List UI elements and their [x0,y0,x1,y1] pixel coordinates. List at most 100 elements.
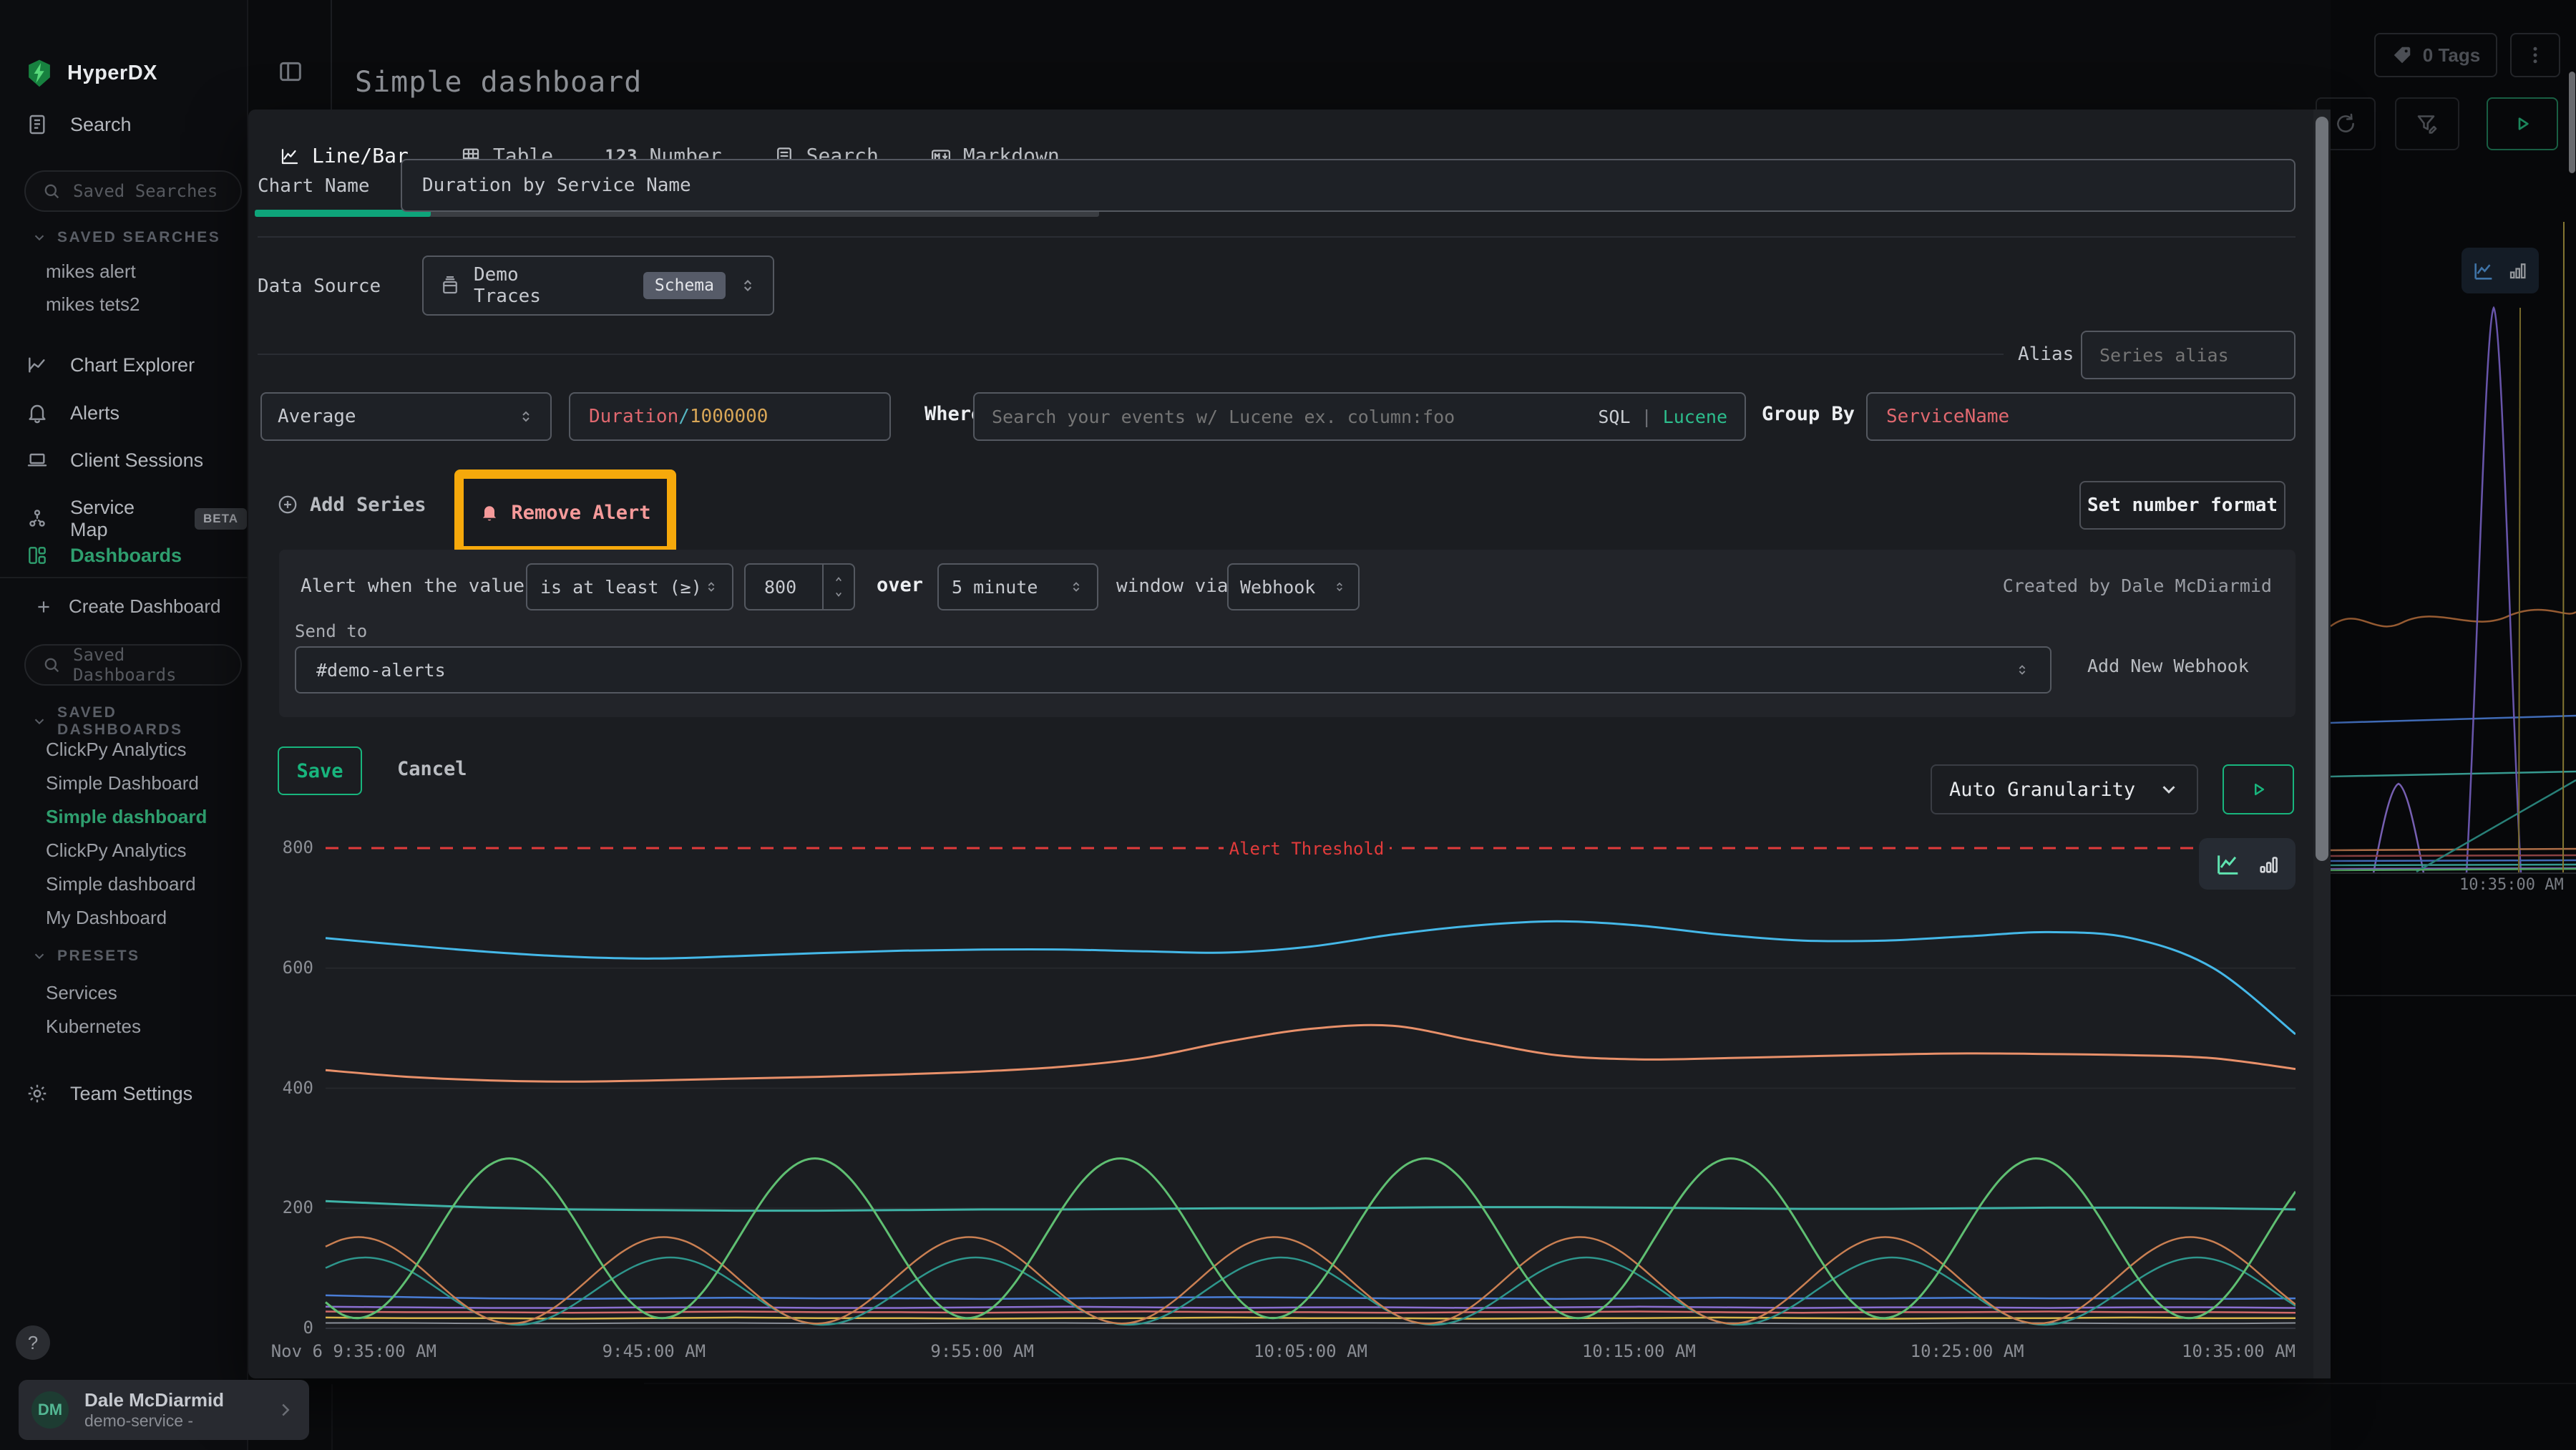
brand[interactable]: HyperDX [24,56,157,90]
page-title: Simple dashboard [355,66,642,99]
preset-item[interactable]: Kubernetes [46,1016,141,1038]
data-source-select[interactable]: Demo Traces Schema [422,256,774,316]
saved-dashboards-section-header[interactable]: SAVED DASHBOARDS [31,704,247,739]
sql-toggle[interactable]: SQL [1598,407,1630,427]
saved-dashboard-item[interactable]: ClickPy Analytics [46,739,187,761]
y-tick-label: 400 [279,1078,313,1098]
help-button[interactable]: ? [16,1325,50,1360]
chevron-down-icon [31,230,47,245]
expression-field: Duration [589,406,678,427]
expression-input[interactable]: Duration/1000000 [569,392,891,441]
hyperdx-logo-icon [24,56,54,90]
over-label: over [877,574,923,596]
sidebar-item-team-settings[interactable]: Team Settings [26,1082,192,1105]
bell-icon [479,502,499,522]
saved-dashboard-item[interactable]: My Dashboard [46,907,167,929]
sidebar-item-label: Alerts [70,402,119,424]
alert-condition-select[interactable]: is at least (≥) [526,563,733,610]
run-query-background-button[interactable] [2487,97,2558,150]
gear-icon [26,1082,49,1105]
filter-button[interactable] [2395,97,2459,150]
saved-dashboard-item[interactable]: ClickPy Analytics [46,840,187,862]
search-doc-icon [26,113,49,136]
sidebar-item-alerts[interactable]: Alerts [26,402,119,424]
sidebar-item-dashboards[interactable]: Dashboards [26,544,182,567]
refresh-icon [2333,112,2358,136]
saved-search-item[interactable]: mikes alert [46,261,136,283]
y-tick-label: 600 [279,958,313,978]
sidebar-item-client-sessions[interactable]: Client Sessions [26,449,203,472]
chart-name-input[interactable] [401,159,2296,212]
series-alias-input[interactable] [2081,331,2296,379]
x-tick-label: 10:25:00 AM [1911,1341,2024,1361]
tags-button[interactable]: 0 Tags [2374,33,2497,77]
chevron-right-icon [275,1399,296,1421]
modal-scrollbar-thumb[interactable] [2316,117,2328,861]
chevron-updown-icon [1332,580,1347,594]
saved-dashboards-input[interactable]: Saved Dashboards [24,644,242,686]
presets-section-header[interactable]: PRESETS [31,948,140,965]
group-by-input[interactable]: ServiceName [1866,392,2296,441]
number-spinner[interactable] [822,565,854,609]
more-menu-button[interactable] [2510,33,2560,77]
remove-alert-button[interactable]: Remove Alert [464,479,667,546]
saved-dashboard-item[interactable]: Simple Dashboard [46,772,199,794]
alert-window-select[interactable]: 5 minute [937,563,1098,610]
send-to-select[interactable]: #demo-alerts [295,646,2051,694]
add-new-webhook-button[interactable]: Add New Webhook [2087,656,2249,676]
events-search-input[interactable]: SQL | Lucene [973,392,1746,441]
y-tick-label: 0 [279,1318,313,1338]
app-screen: Simple dashboard 0 Tags 10:35:0 [0,0,2576,1450]
granularity-select[interactable]: Auto Granularity [1931,764,2198,814]
group-by-value: ServiceName [1886,406,2009,427]
preset-item[interactable]: Services [46,982,117,1004]
sidebar-collapse-button[interactable] [276,56,308,87]
user-subtitle: demo-service - [84,1411,224,1431]
saved-searches-input[interactable]: Saved Searches [24,170,242,212]
alert-threshold-label: Alert Threshold [1229,839,1385,859]
x-tick-label: 9:55:00 AM [930,1341,1034,1361]
plus-circle-icon [277,494,298,515]
y-tick-label: 800 [279,837,313,857]
play-icon [2511,112,2534,135]
x-tick-label: 10:05:00 AM [1254,1341,1367,1361]
sidebar-item-chart-explorer[interactable]: Chart Explorer [26,354,195,376]
page-scrollbar-thumb[interactable] [2569,72,2575,173]
saved-searches-placeholder: Saved Searches [73,181,218,201]
aggregation-select[interactable]: Average [260,392,552,441]
chart-type-toggle[interactable] [2199,838,2296,890]
events-search-field[interactable] [992,407,1589,427]
saved-dashboard-item[interactable]: Simple dashboard [46,806,207,828]
expression-value: 1000000 [690,406,769,427]
series-line-series-4 [326,1201,2296,1210]
tab-label: Line/Bar [312,144,409,167]
create-dashboard-button[interactable]: Create Dashboard [34,595,220,618]
set-number-format-button[interactable]: Set number format [2079,481,2285,530]
add-series-button[interactable]: Add Series [277,482,426,527]
saved-search-item[interactable]: mikes tets2 [46,293,140,316]
save-button[interactable]: Save [278,746,362,795]
chevron-updown-icon [738,276,757,295]
dashboard-icon [26,544,49,567]
sidebar-item-label: Chart Explorer [70,354,195,376]
x-tick-label: 10:35:00 AM [2182,1341,2296,1361]
sidebar-item-label: Client Sessions [70,449,203,472]
chevron-updown-icon [517,408,535,425]
run-chart-button[interactable] [2223,764,2294,814]
chart-name-label: Chart Name [258,175,370,197]
cancel-button[interactable]: Cancel [397,758,467,780]
line-chart-icon [2214,850,2243,878]
saved-searches-section-header[interactable]: SAVED SEARCHES [31,229,220,246]
alert-threshold-input[interactable]: 800 [744,563,855,610]
chart-canvas: Alert Threshold [279,829,2296,1377]
lucene-toggle[interactable]: Lucene [1663,407,1727,427]
data-source-value: Demo Traces [474,264,573,307]
saved-dashboard-item[interactable]: Simple dashboard [46,873,196,895]
modal-scrollbar[interactable] [2313,110,2331,1378]
user-menu[interactable]: DM Dale McDiarmid demo-service - [19,1380,309,1440]
tab-line-bar[interactable]: Line/Bar [279,144,409,167]
sidebar-item-search[interactable]: Search [26,113,132,136]
alert-channel-select[interactable]: Webhook [1227,563,1360,610]
magnifier-icon [42,181,62,201]
sidebar-item-service-map[interactable]: Service MapBETA [26,497,247,541]
